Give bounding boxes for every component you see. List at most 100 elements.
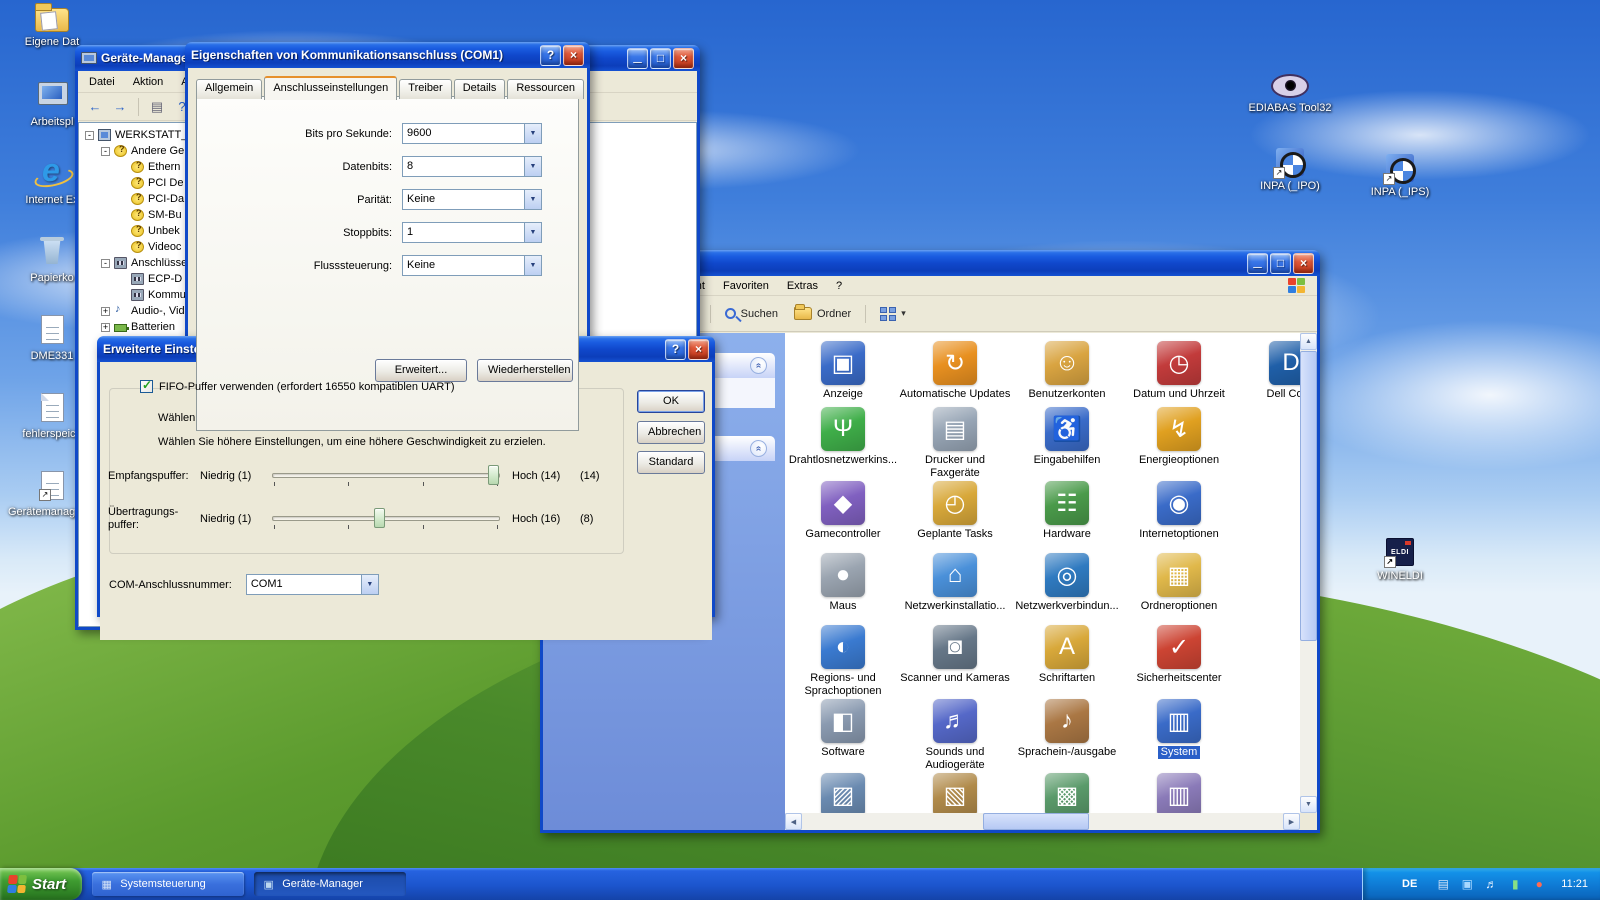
vertical-scrollbar[interactable]: ▲ ▼	[1300, 333, 1317, 813]
tab[interactable]: Anschlusseinstellungen	[264, 76, 397, 100]
defaults-button[interactable]: Standard	[637, 451, 705, 474]
control-panel-item[interactable]: ▧	[903, 773, 1007, 813]
setting-combo[interactable]: 9600 ▼	[402, 123, 542, 144]
restore-defaults-button[interactable]: Wiederherstellen	[477, 359, 573, 382]
tab[interactable]: Ressourcen	[507, 79, 584, 99]
expander-icon[interactable]: -	[101, 147, 110, 156]
dropdown-arrow-icon[interactable]: ▼	[524, 256, 541, 275]
control-panel-item[interactable]: ▨	[791, 773, 895, 813]
control-panel-item[interactable]: ▦ Ordneroptionen	[1127, 553, 1231, 613]
control-panel-item[interactable]: ◐ Regions- und Sprachoptionen	[791, 625, 895, 698]
control-panel-item[interactable]: ◴ Geplante Tasks	[903, 481, 1007, 541]
dropdown-arrow-icon[interactable]: ▼	[361, 575, 378, 594]
scrollbar-thumb[interactable]	[1300, 351, 1317, 641]
setting-combo[interactable]: 1 ▼	[402, 222, 542, 243]
tab[interactable]: Treiber	[399, 79, 451, 99]
setting-combo[interactable]: Keine ▼	[402, 189, 542, 210]
menu-item[interactable]: Datei	[80, 73, 124, 91]
scroll-down-icon[interactable]: ▼	[1300, 796, 1317, 813]
dropdown-arrow-icon[interactable]: ▼	[524, 190, 541, 209]
expander-icon[interactable]: -	[101, 259, 110, 268]
tray-volume-icon[interactable]: ♬	[1483, 876, 1499, 892]
control-panel-item[interactable]: ▤ Drucker und Faxgeräte	[903, 407, 1007, 480]
help-button[interactable]: ?	[540, 45, 561, 66]
menu-item[interactable]: Aktion	[124, 73, 173, 91]
control-panel-item[interactable]: ▣ Anzeige	[791, 341, 895, 401]
control-panel-item[interactable]: D Dell Contr	[1239, 341, 1300, 401]
desktop-icon[interactable]: INPA (_IPO)	[1235, 146, 1345, 192]
slider-track[interactable]	[272, 516, 500, 521]
tray-security-icon[interactable]: ●	[1531, 876, 1547, 892]
close-button[interactable]: ×	[1293, 253, 1314, 274]
minimize-button[interactable]: ─	[627, 48, 648, 69]
expander-icon[interactable]: -	[85, 131, 94, 140]
control-panel-item[interactable]: ◎ Netzwerkverbindun...	[1015, 553, 1119, 613]
chevron-up-icon[interactable]: «	[750, 440, 767, 457]
close-button[interactable]: ×	[673, 48, 694, 69]
control-panel-item[interactable]: ⌂ Netzwerkinstallatio...	[903, 553, 1007, 613]
tray-device-icon[interactable]: ▤	[1435, 876, 1451, 892]
slider-track[interactable]	[272, 473, 500, 478]
slider-thumb[interactable]	[374, 508, 385, 528]
control-panel-item[interactable]: ↻ Automatische Updates	[903, 341, 1007, 401]
control-panel-item[interactable]: ◷ Datum und Uhrzeit	[1127, 341, 1231, 401]
tray-display-icon[interactable]: ▣	[1459, 876, 1475, 892]
scroll-up-icon[interactable]: ▲	[1300, 333, 1317, 350]
minimize-button[interactable]: ─	[1247, 253, 1268, 274]
folders-button[interactable]: Ordner	[788, 304, 857, 323]
maximize-button[interactable]: □	[650, 48, 671, 69]
expander-icon[interactable]: +	[101, 307, 110, 316]
setting-combo[interactable]: 8 ▼	[402, 156, 542, 177]
dropdown-arrow-icon[interactable]: ▼	[524, 124, 541, 143]
control-panel-item[interactable]: ◆ Gamecontroller	[791, 481, 895, 541]
desktop-icon[interactable]: INPA (_IPS)	[1345, 152, 1455, 198]
control-panel-item[interactable]: ▥	[1127, 773, 1231, 813]
cancel-button[interactable]: Abbrechen	[637, 421, 705, 444]
scroll-left-icon[interactable]: ◀	[785, 813, 802, 830]
dropdown-arrow-icon[interactable]: ▼	[524, 223, 541, 242]
taskbar-task-button[interactable]: ▣ Geräte-Manager	[254, 872, 406, 896]
control-panel-item[interactable]: ▥ System	[1127, 699, 1231, 759]
horizontal-scrollbar[interactable]: ◀ ▶	[785, 813, 1300, 830]
desktop-icon[interactable]: ELDI WINELDI	[1345, 536, 1455, 582]
search-button[interactable]: Suchen	[719, 305, 784, 323]
back-button[interactable]: ←	[84, 96, 106, 118]
control-panel-item[interactable]: ♬ Sounds und Audiogeräte	[903, 699, 1007, 772]
tray-network-icon[interactable]: ▮	[1507, 876, 1523, 892]
fifo-checkbox[interactable]: ✓	[140, 380, 153, 393]
setting-combo[interactable]: Keine ▼	[402, 255, 542, 276]
menu-item[interactable]: ?	[827, 277, 851, 295]
chevron-up-icon[interactable]: «	[750, 357, 767, 374]
control-panel-item[interactable]: ◉ Internetoptionen	[1127, 481, 1231, 541]
ok-button[interactable]: OK	[637, 390, 705, 413]
scrollbar-thumb[interactable]	[983, 813, 1089, 830]
taskbar-task-button[interactable]: ▦ Systemsteuerung	[92, 872, 244, 896]
tab[interactable]: Allgemein	[196, 79, 262, 99]
properties-button[interactable]: ▤	[146, 96, 168, 118]
maximize-button[interactable]: □	[1270, 253, 1291, 274]
views-button[interactable]: ▾	[874, 304, 912, 324]
help-button[interactable]: ?	[665, 339, 686, 360]
control-panel-item[interactable]: ♿ Eingabehilfen	[1015, 407, 1119, 467]
close-button[interactable]: ×	[688, 339, 709, 360]
advanced-button[interactable]: Erweitert...	[375, 359, 467, 382]
control-panel-item[interactable]: ✓ Sicherheitscenter	[1127, 625, 1231, 685]
expander-icon[interactable]: +	[101, 323, 110, 332]
control-panel-item[interactable]: ◧ Software	[791, 699, 895, 759]
forward-button[interactable]: →	[109, 96, 131, 118]
tab[interactable]: Details	[454, 79, 506, 99]
control-panel-item[interactable]: ● Maus	[791, 553, 895, 613]
com1-properties-titlebar[interactable]: Eigenschaften von Kommunikationsanschlus…	[185, 42, 590, 68]
control-panel-item[interactable]: ♪ Sprachein-/ausgabe	[1015, 699, 1119, 759]
menu-item[interactable]: Extras	[778, 277, 827, 295]
control-panel-item[interactable]: A Schriftarten	[1015, 625, 1119, 685]
close-button[interactable]: ×	[563, 45, 584, 66]
start-button[interactable]: Start	[0, 868, 82, 900]
control-panel-item[interactable]: ☷ Hardware	[1015, 481, 1119, 541]
desktop-icon[interactable]: EDIABAS Tool32	[1235, 70, 1345, 114]
control-panel-item[interactable]: ↯ Energieoptionen	[1127, 407, 1231, 467]
slider-thumb[interactable]	[488, 465, 499, 485]
control-panel-item[interactable]: Ψ Drahtlosnetzwerkins...	[791, 407, 895, 467]
scroll-right-icon[interactable]: ▶	[1283, 813, 1300, 830]
control-panel-item[interactable]: ◙ Scanner und Kameras	[903, 625, 1007, 685]
